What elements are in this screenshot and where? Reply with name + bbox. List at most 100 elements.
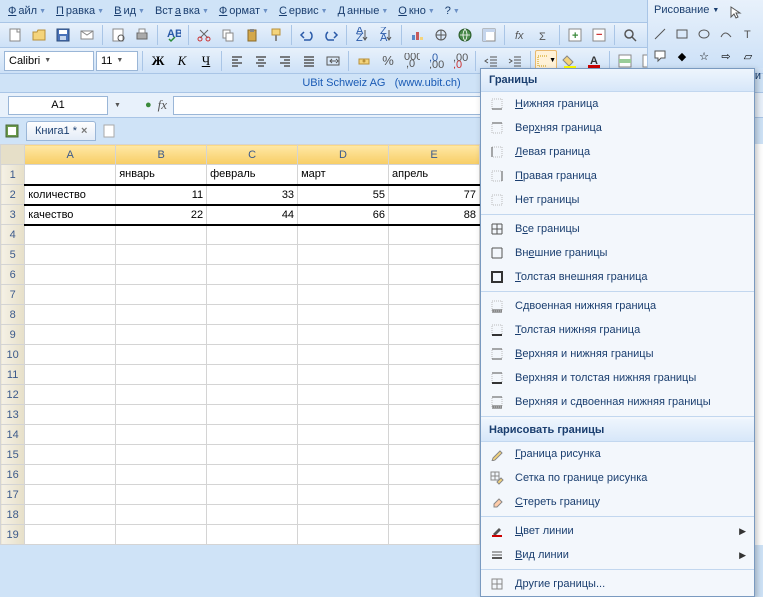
border-bottom[interactable]: Нижняя граница [481,92,754,116]
new-tab-icon[interactable] [102,123,116,139]
border-left[interactable]: Левая граница [481,140,754,164]
flowchart-icon[interactable]: ▱ [738,46,758,66]
border-pencil[interactable]: Граница рисунка [481,442,754,466]
rect-icon[interactable] [672,24,692,44]
cell[interactable] [25,425,116,445]
cell[interactable] [207,445,298,465]
row-header[interactable]: 11 [1,365,25,385]
cell[interactable]: 33 [207,185,298,205]
cell[interactable] [389,405,480,425]
cell[interactable] [116,325,207,345]
menu-Формат[interactable]: Формат ▼ [215,3,273,19]
border-pencilgrid[interactable]: Сетка по границе рисунка [481,466,754,490]
cell[interactable] [207,325,298,345]
cell[interactable]: качество [25,205,116,225]
font-combo[interactable]: Calibri▼ [4,51,94,71]
cell[interactable] [207,245,298,265]
shapes-icon[interactable]: ◆ [672,46,692,66]
cell[interactable] [25,225,116,245]
decimal-remove-button[interactable]: ,00,0 [449,50,471,72]
menu-Сервис[interactable]: Сервис ▼ [275,3,332,19]
drawing-menu[interactable]: Рисование ▼ [650,2,723,18]
cell[interactable]: 44 [207,205,298,225]
sort-asc-button[interactable]: AZ [351,24,373,46]
select-all[interactable] [1,145,25,165]
cell[interactable] [116,465,207,485]
delete-cells-button[interactable]: − [588,24,610,46]
format-painter-button[interactable] [265,24,287,46]
hyperlink-button[interactable] [454,24,476,46]
menu-Окно[interactable]: Окно ▼ [394,3,439,19]
cell[interactable] [116,405,207,425]
cell[interactable] [298,425,389,445]
cell[interactable]: 88 [389,205,480,225]
cell[interactable] [389,305,480,325]
print-preview-button[interactable] [107,24,129,46]
align-right-button[interactable] [274,50,296,72]
copy-button[interactable] [217,24,239,46]
cell[interactable] [116,345,207,365]
border-none[interactable]: Нет границы [481,188,754,212]
cell[interactable] [389,225,480,245]
align-justify-button[interactable] [298,50,320,72]
cell[interactable] [207,485,298,505]
row-header[interactable]: 2 [1,185,25,205]
cell[interactable] [389,385,480,405]
chart-button[interactable] [406,24,428,46]
border-style[interactable]: Вид линии▶ [481,543,754,567]
open-button[interactable] [28,24,50,46]
email-button[interactable] [76,24,98,46]
border-topthickbot[interactable]: Верхняя и толстая нижняя границы [481,366,754,390]
col-header[interactable]: C [207,145,298,165]
function-button[interactable]: fx [509,24,531,46]
align-left-button[interactable] [226,50,248,72]
cell[interactable] [389,425,480,445]
cell[interactable] [116,245,207,265]
align-center-button[interactable] [250,50,272,72]
cell[interactable] [25,445,116,465]
name-box[interactable]: A1 [8,96,108,115]
cell[interactable]: 77 [389,185,480,205]
menu-Данные[interactable]: Данные ▼ [334,3,393,19]
cell[interactable] [116,365,207,385]
cut-button[interactable] [193,24,215,46]
row-header[interactable]: 19 [1,525,25,545]
cell[interactable] [25,285,116,305]
col-header[interactable]: D [298,145,389,165]
row-header[interactable]: 10 [1,345,25,365]
merge-cells-button[interactable] [322,50,344,72]
cell[interactable] [25,245,116,265]
cell[interactable] [207,385,298,405]
cell[interactable] [25,385,116,405]
border-dblbot[interactable]: Сдвоенная нижняя граница [481,294,754,318]
cell[interactable] [389,265,480,285]
border-topdblbot[interactable]: Верхняя и сдвоенная нижняя границы [481,390,754,414]
cell[interactable] [298,265,389,285]
row-header[interactable]: 16 [1,465,25,485]
cell[interactable] [298,505,389,525]
cell[interactable] [207,525,298,545]
navigator-button[interactable] [430,24,452,46]
cell[interactable]: апрель [389,165,480,185]
cell[interactable] [389,465,480,485]
cell[interactable] [389,445,480,465]
cell[interactable] [298,325,389,345]
border-all[interactable]: Все границы [481,217,754,241]
row-header[interactable]: 4 [1,225,25,245]
col-header[interactable]: B [116,145,207,165]
cell[interactable] [389,245,480,265]
decimal-add-button[interactable]: ,0,00 [425,50,447,72]
row-header[interactable]: 15 [1,445,25,465]
cell[interactable] [25,485,116,505]
cell[interactable]: февраль [207,165,298,185]
sum-button[interactable]: Σ [533,24,555,46]
cell[interactable]: январь [116,165,207,185]
cell[interactable] [25,345,116,365]
cell[interactable] [116,485,207,505]
menu-Вставка[interactable]: Вставка ▼ [151,3,213,19]
cell[interactable] [116,505,207,525]
cell[interactable] [116,445,207,465]
cell[interactable] [389,485,480,505]
menu-Вид[interactable]: Вид ▼ [110,3,149,19]
ellipse-icon[interactable] [694,24,714,44]
